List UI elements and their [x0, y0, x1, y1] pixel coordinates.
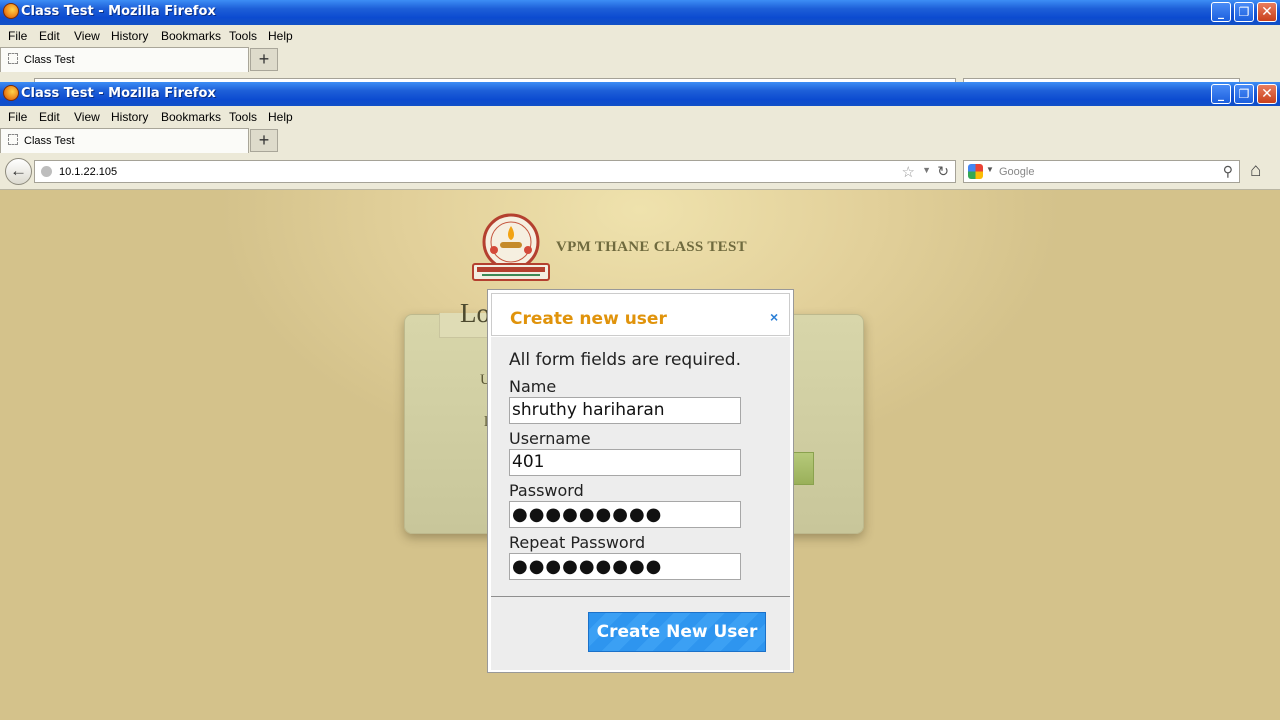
menu-bar: File Edit View History Bookmarks Tools H…	[0, 106, 1280, 128]
menu-file[interactable]: File	[8, 110, 27, 124]
firefox-icon	[3, 3, 19, 19]
dialog-header: Create new user ×	[491, 293, 790, 336]
new-tab-button[interactable]: +	[250, 48, 278, 71]
background-window-title-bar[interactable]: Class Test - Mozilla Firefox _ ❐ ✕	[0, 0, 1280, 25]
site-identity-icon[interactable]	[41, 166, 52, 177]
window-title: Class Test - Mozilla Firefox	[21, 86, 216, 101]
tab-label: Class Test	[24, 135, 75, 147]
tab-strip: Class Test +	[0, 128, 1280, 154]
window-title-bar[interactable]: Class Test - Mozilla Firefox _ ❐ ✕	[0, 82, 1280, 107]
back-button[interactable]: ←	[5, 158, 32, 185]
tab-label: Class Test	[24, 54, 75, 66]
close-icon[interactable]: ×	[770, 309, 778, 325]
navigation-bar: ← 10.1.22.105 ☆ ▼ ↻ ▼ Google ⚲ ⌂	[0, 153, 1280, 190]
repeat-password-input[interactable]: ●●●●●●●●●	[509, 553, 741, 580]
search-icon[interactable]: ⚲	[1223, 163, 1233, 180]
username-label: Username	[509, 429, 591, 448]
menu-help[interactable]: Help	[268, 29, 293, 43]
firefox-icon	[3, 85, 19, 101]
minimize-button[interactable]: _	[1211, 2, 1231, 22]
vpm-logo	[472, 213, 550, 281]
dialog-title: Create new user	[510, 309, 667, 329]
menu-history[interactable]: History	[111, 110, 148, 124]
restore-button[interactable]: ❐	[1234, 2, 1254, 22]
create-new-user-button[interactable]: Create New User	[588, 612, 766, 652]
username-input[interactable]: 401	[509, 449, 741, 476]
dialog-divider	[491, 596, 790, 597]
tab-class-test[interactable]: Class Test	[0, 47, 249, 72]
new-tab-button[interactable]: +	[250, 129, 278, 152]
bookmark-star-icon[interactable]: ☆	[902, 163, 915, 181]
url-text[interactable]: 10.1.22.105	[59, 166, 117, 178]
restore-button[interactable]: ❐	[1234, 84, 1254, 104]
window-title: Class Test - Mozilla Firefox	[21, 4, 216, 19]
form-instructions: All form fields are required.	[509, 350, 741, 370]
url-dropdown-icon[interactable]: ▼	[922, 165, 931, 175]
site-title: VPM THANE CLASS TEST	[556, 239, 747, 255]
search-input[interactable]: Google	[999, 166, 1034, 178]
background-nav-bar	[0, 72, 1280, 82]
search-engine-dropdown-icon[interactable]: ▼	[986, 165, 994, 174]
page-icon	[8, 134, 18, 145]
page-icon	[8, 53, 18, 64]
repeat-password-label: Repeat Password	[509, 533, 646, 552]
tab-class-test[interactable]: Class Test	[0, 128, 249, 153]
menu-view[interactable]: View	[74, 29, 100, 43]
menu-tools[interactable]: Tools	[229, 29, 257, 43]
name-label: Name	[509, 377, 557, 396]
menu-bookmarks[interactable]: Bookmarks	[161, 29, 221, 43]
create-user-dialog: Create new user × All form fields are re…	[487, 289, 794, 673]
menu-bookmarks[interactable]: Bookmarks	[161, 110, 221, 124]
menu-tools[interactable]: Tools	[229, 110, 257, 124]
minimize-button[interactable]: _	[1211, 84, 1231, 104]
menu-edit[interactable]: Edit	[39, 110, 60, 124]
menu-history[interactable]: History	[111, 29, 148, 43]
search-bar[interactable]: ▼ Google ⚲	[963, 160, 1240, 183]
menu-view[interactable]: View	[74, 110, 100, 124]
url-bar[interactable]: 10.1.22.105 ☆ ▼ ↻	[34, 160, 956, 183]
password-input[interactable]: ●●●●●●●●●	[509, 501, 741, 528]
background-menu-bar: File Edit View History Bookmarks Tools H…	[0, 25, 1280, 47]
home-icon[interactable]: ⌂	[1250, 160, 1261, 182]
reload-icon[interactable]: ↻	[937, 163, 949, 180]
login-heading: Lo	[460, 298, 490, 328]
search-engine-icon[interactable]	[968, 164, 983, 179]
close-window-button[interactable]: ✕	[1257, 2, 1277, 22]
dialog-body: All form fields are required. Name shrut…	[491, 337, 790, 670]
name-input[interactable]: shruthy hariharan	[509, 397, 741, 424]
menu-file[interactable]: File	[8, 29, 27, 43]
password-label: Password	[509, 481, 584, 500]
close-window-button[interactable]: ✕	[1257, 84, 1277, 104]
menu-help[interactable]: Help	[268, 110, 293, 124]
background-tab-strip: Class Test +	[0, 47, 1280, 73]
menu-edit[interactable]: Edit	[39, 29, 60, 43]
